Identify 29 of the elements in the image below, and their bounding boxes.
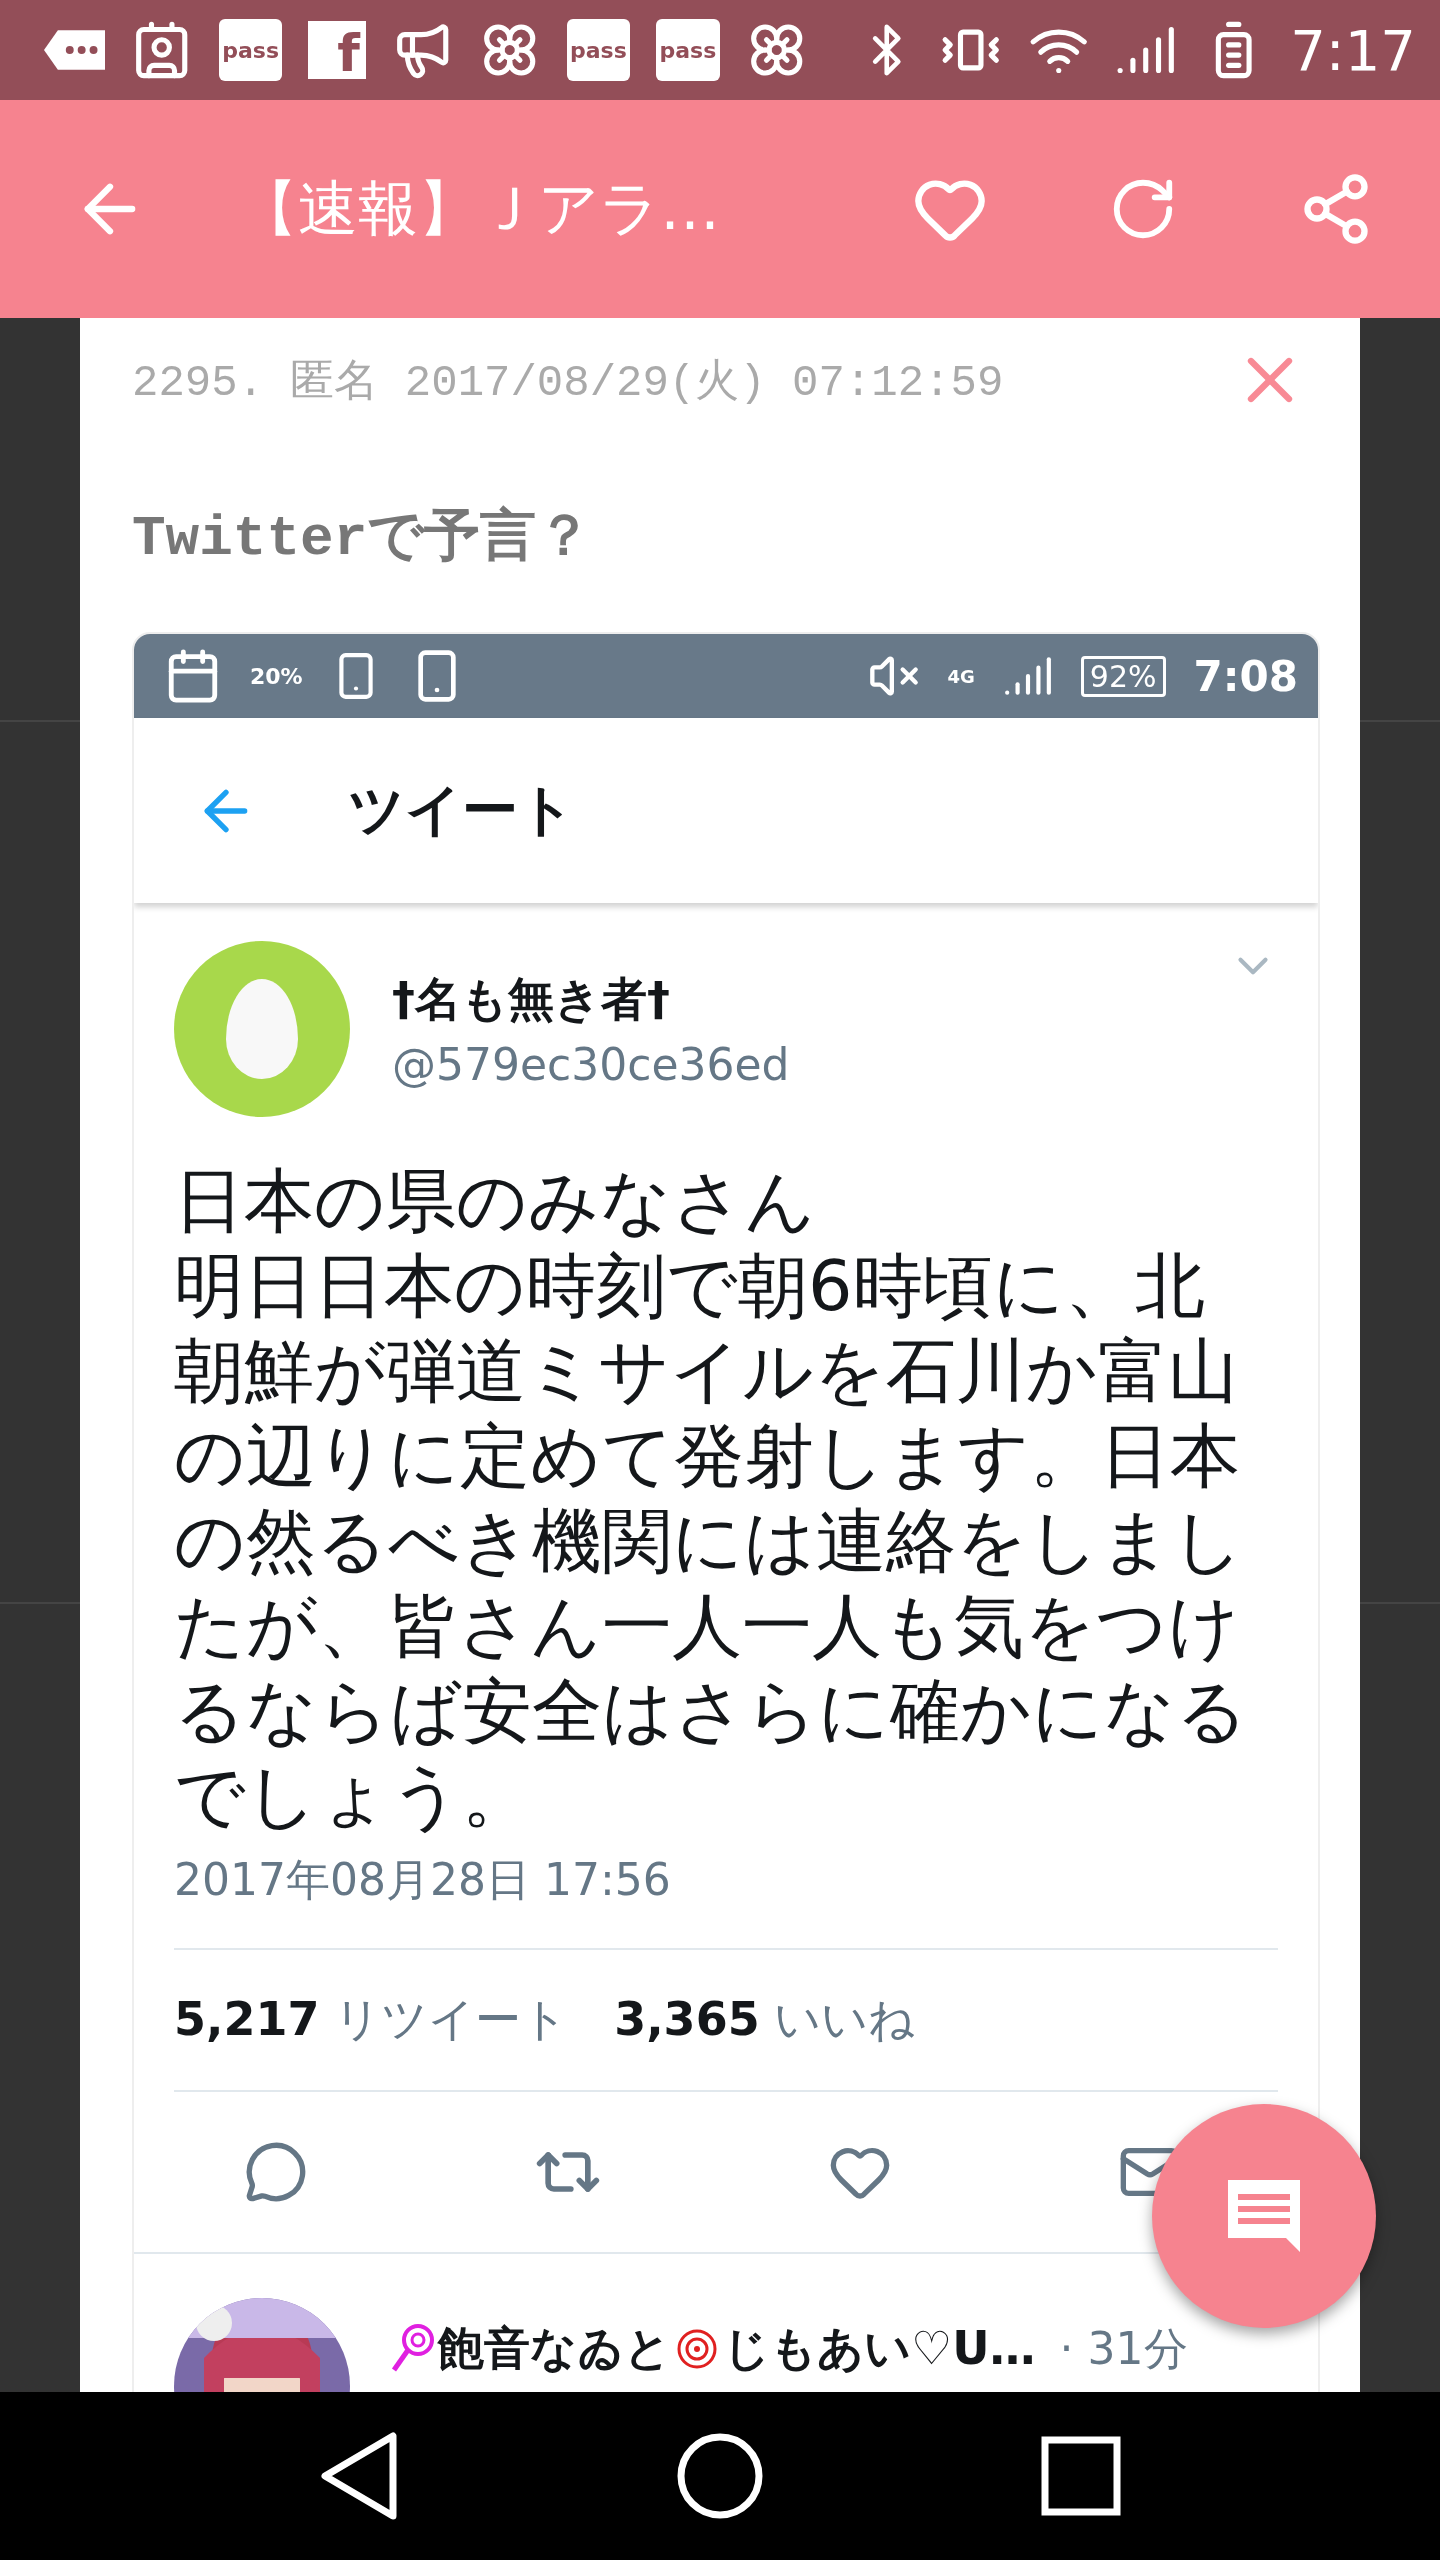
lollipop-icon — [390, 2324, 434, 2374]
stat: 5,217 リツイート — [174, 1991, 569, 2048]
user-handle: @579ec30ce36ed — [392, 1039, 791, 1090]
weather-reading: 20% — [250, 663, 303, 689]
tweet-text: 日本の県のみなさん — [174, 1159, 817, 1244]
user-name: †名も無き者† — [392, 971, 671, 1028]
reply-time: · 31分 — [1059, 2321, 1188, 2376]
post-title: Twitterで予言？ — [132, 504, 594, 573]
home-icon[interactable] — [676, 2432, 764, 2520]
app-icon: pass — [218, 19, 283, 81]
battery-reading: 92% — [1080, 655, 1166, 697]
reply-icon — [244, 2140, 308, 2204]
tweet-date: 2017年08月28日 17:56 — [174, 1851, 1278, 1950]
page-title: 【速報】Ｊアラ… — [238, 171, 721, 245]
user-bio: じもあい♡U… — [723, 2320, 1036, 2377]
network-label: 4G — [947, 665, 975, 687]
recents-icon[interactable] — [1041, 2436, 1122, 2516]
app-icon: f — [308, 21, 366, 79]
post-meta: 2295. 匿名 2017/08/29(火) 07:12:59 — [132, 356, 1004, 410]
app-icon: pass — [566, 19, 631, 81]
clock: 7:17 — [1290, 17, 1416, 83]
tweet-text: 明日日本の時刻で朝6時頃に、北朝鮮が弾道ミサイルを石川か富山の辺りに定めて発射します。日本の然るべき機関には連絡をしましたが、皆さん一人一人も気をつけるならば安全はさらに確かになるでしょう。 — [174, 1244, 1249, 1839]
user-name: 飽音なゐと — [438, 2320, 671, 2377]
back-icon[interactable] — [318, 2432, 399, 2520]
screen-title: ツイート — [348, 775, 575, 844]
clock: 7:08 — [1193, 651, 1298, 701]
stat: 3,365 いいね — [614, 1991, 916, 2048]
app-icon: pass — [656, 19, 720, 81]
tag-icon — [44, 30, 106, 70]
